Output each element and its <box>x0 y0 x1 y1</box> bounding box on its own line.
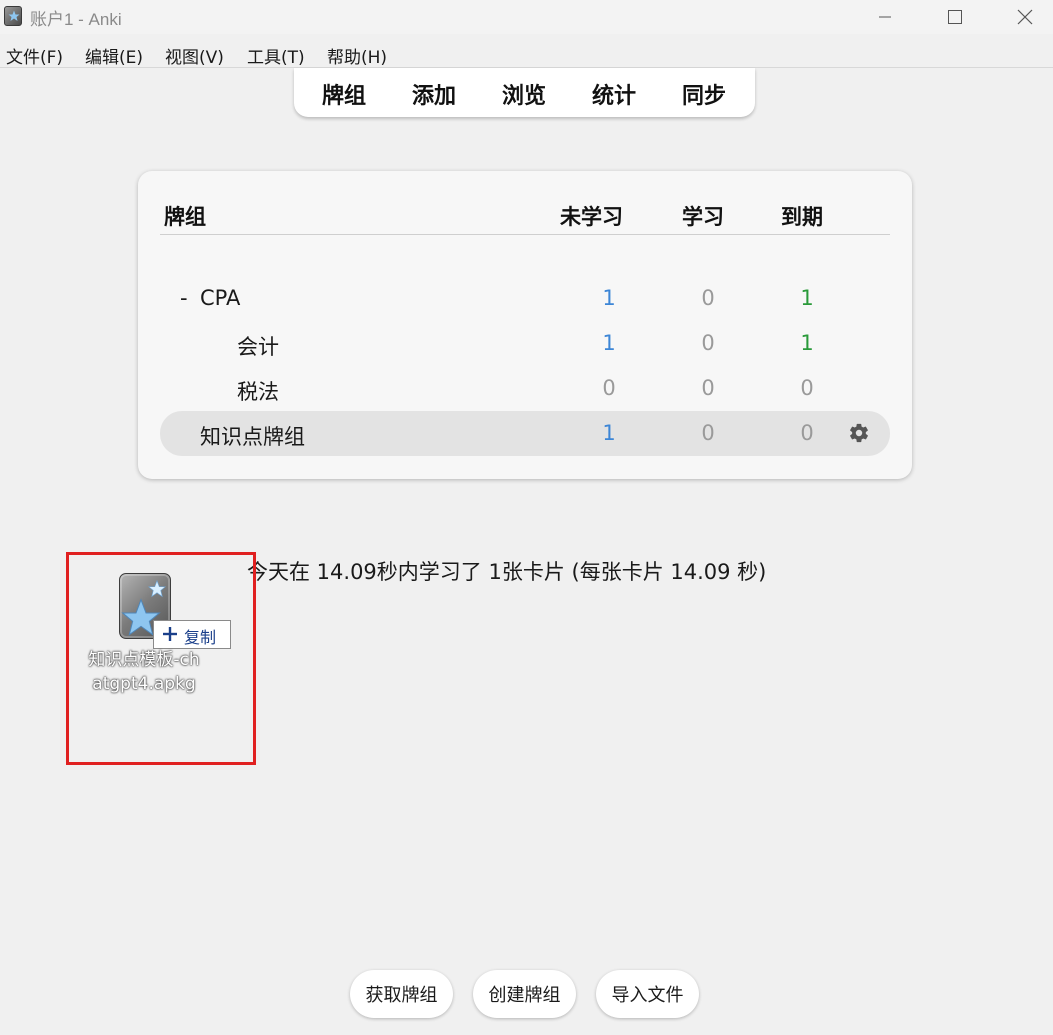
due-count: 0 <box>800 376 814 400</box>
learn-count: 0 <box>701 376 715 400</box>
learn-count: 0 <box>701 421 715 445</box>
menu-help[interactable]: 帮助(H) <box>327 43 387 68</box>
deck-row-accounting[interactable]: 会计 1 0 1 <box>160 321 890 366</box>
header-deck: 牌组 <box>164 205 206 229</box>
import-file-button[interactable]: 导入文件 <box>596 970 699 1018</box>
header-new: 未学习 <box>560 205 623 229</box>
menu-tools[interactable]: 工具(T) <box>247 43 305 68</box>
header-divider <box>160 234 890 235</box>
close-button[interactable] <box>990 0 1053 34</box>
window-title: 账户1 - Anki <box>30 10 122 29</box>
menu-bar: 文件(F) 编辑(E) 视图(V) 工具(T) 帮助(H) <box>0 40 1053 68</box>
toolbar-stats-button[interactable]: 统计 <box>592 78 636 110</box>
anki-main-window: 账户1 - Anki 文件(F) 编辑(E) 视图(V) 工具(T) 帮助(H)… <box>0 0 1053 1035</box>
new-count: 1 <box>602 286 616 310</box>
toolbar-decks-button[interactable]: 牌组 <box>322 78 366 110</box>
minimize-button[interactable] <box>850 0 920 34</box>
toolbar-add-button[interactable]: 添加 <box>412 78 456 110</box>
study-stats-text: 今天在 14.09秒内学习了 1张卡片 (每张卡片 14.09 秒) <box>247 560 767 584</box>
deck-name[interactable]: 知识点牌组 <box>200 421 305 451</box>
new-count: 1 <box>602 421 616 445</box>
header-learn: 学习 <box>682 205 724 229</box>
collapse-toggle[interactable]: - <box>180 286 188 310</box>
plus-icon <box>162 626 178 646</box>
new-count: 0 <box>602 376 616 400</box>
deck-row-knowledge-points[interactable]: 知识点牌组 1 0 0 <box>160 411 890 456</box>
copy-label: 复制 <box>184 628 217 647</box>
menu-edit[interactable]: 编辑(E) <box>85 43 143 68</box>
toolbar-browse-button[interactable]: 浏览 <box>502 78 546 110</box>
deck-row-tax-law[interactable]: 税法 0 0 0 <box>160 366 890 411</box>
deck-list-panel: 牌组 未学习 学习 到期 - CPA 1 0 1 会计 1 0 1 税法 0 0… <box>138 171 912 479</box>
title-bar: 账户1 - Anki <box>0 0 1053 34</box>
header-due: 到期 <box>781 205 823 229</box>
learn-count: 0 <box>701 286 715 310</box>
deck-name[interactable]: 会计 <box>237 331 279 361</box>
dragged-file-name: 知识点模板-chatgpt4.apkg <box>88 650 200 694</box>
maximize-button[interactable] <box>920 0 990 34</box>
learn-count: 0 <box>701 331 715 355</box>
deck-name[interactable]: 税法 <box>237 376 279 406</box>
menu-file[interactable]: 文件(F) <box>6 43 63 68</box>
menu-view[interactable]: 视图(V) <box>165 43 224 68</box>
due-count: 1 <box>800 286 814 310</box>
gear-icon[interactable] <box>848 422 870 448</box>
due-count: 0 <box>800 421 814 445</box>
toolbar-sync-button[interactable]: 同步 <box>682 78 726 110</box>
due-count: 1 <box>800 331 814 355</box>
deck-name[interactable]: CPA <box>200 286 240 310</box>
deck-row-cpa[interactable]: - CPA 1 0 1 <box>160 276 890 321</box>
get-shared-decks-button[interactable]: 获取牌组 <box>350 970 453 1018</box>
create-deck-button[interactable]: 创建牌组 <box>473 970 576 1018</box>
new-count: 1 <box>602 331 616 355</box>
anki-app-icon <box>4 6 22 26</box>
top-toolbar: 牌组 添加 浏览 统计 同步 <box>294 68 755 117</box>
copy-drop-tooltip: 复制 <box>153 620 231 649</box>
